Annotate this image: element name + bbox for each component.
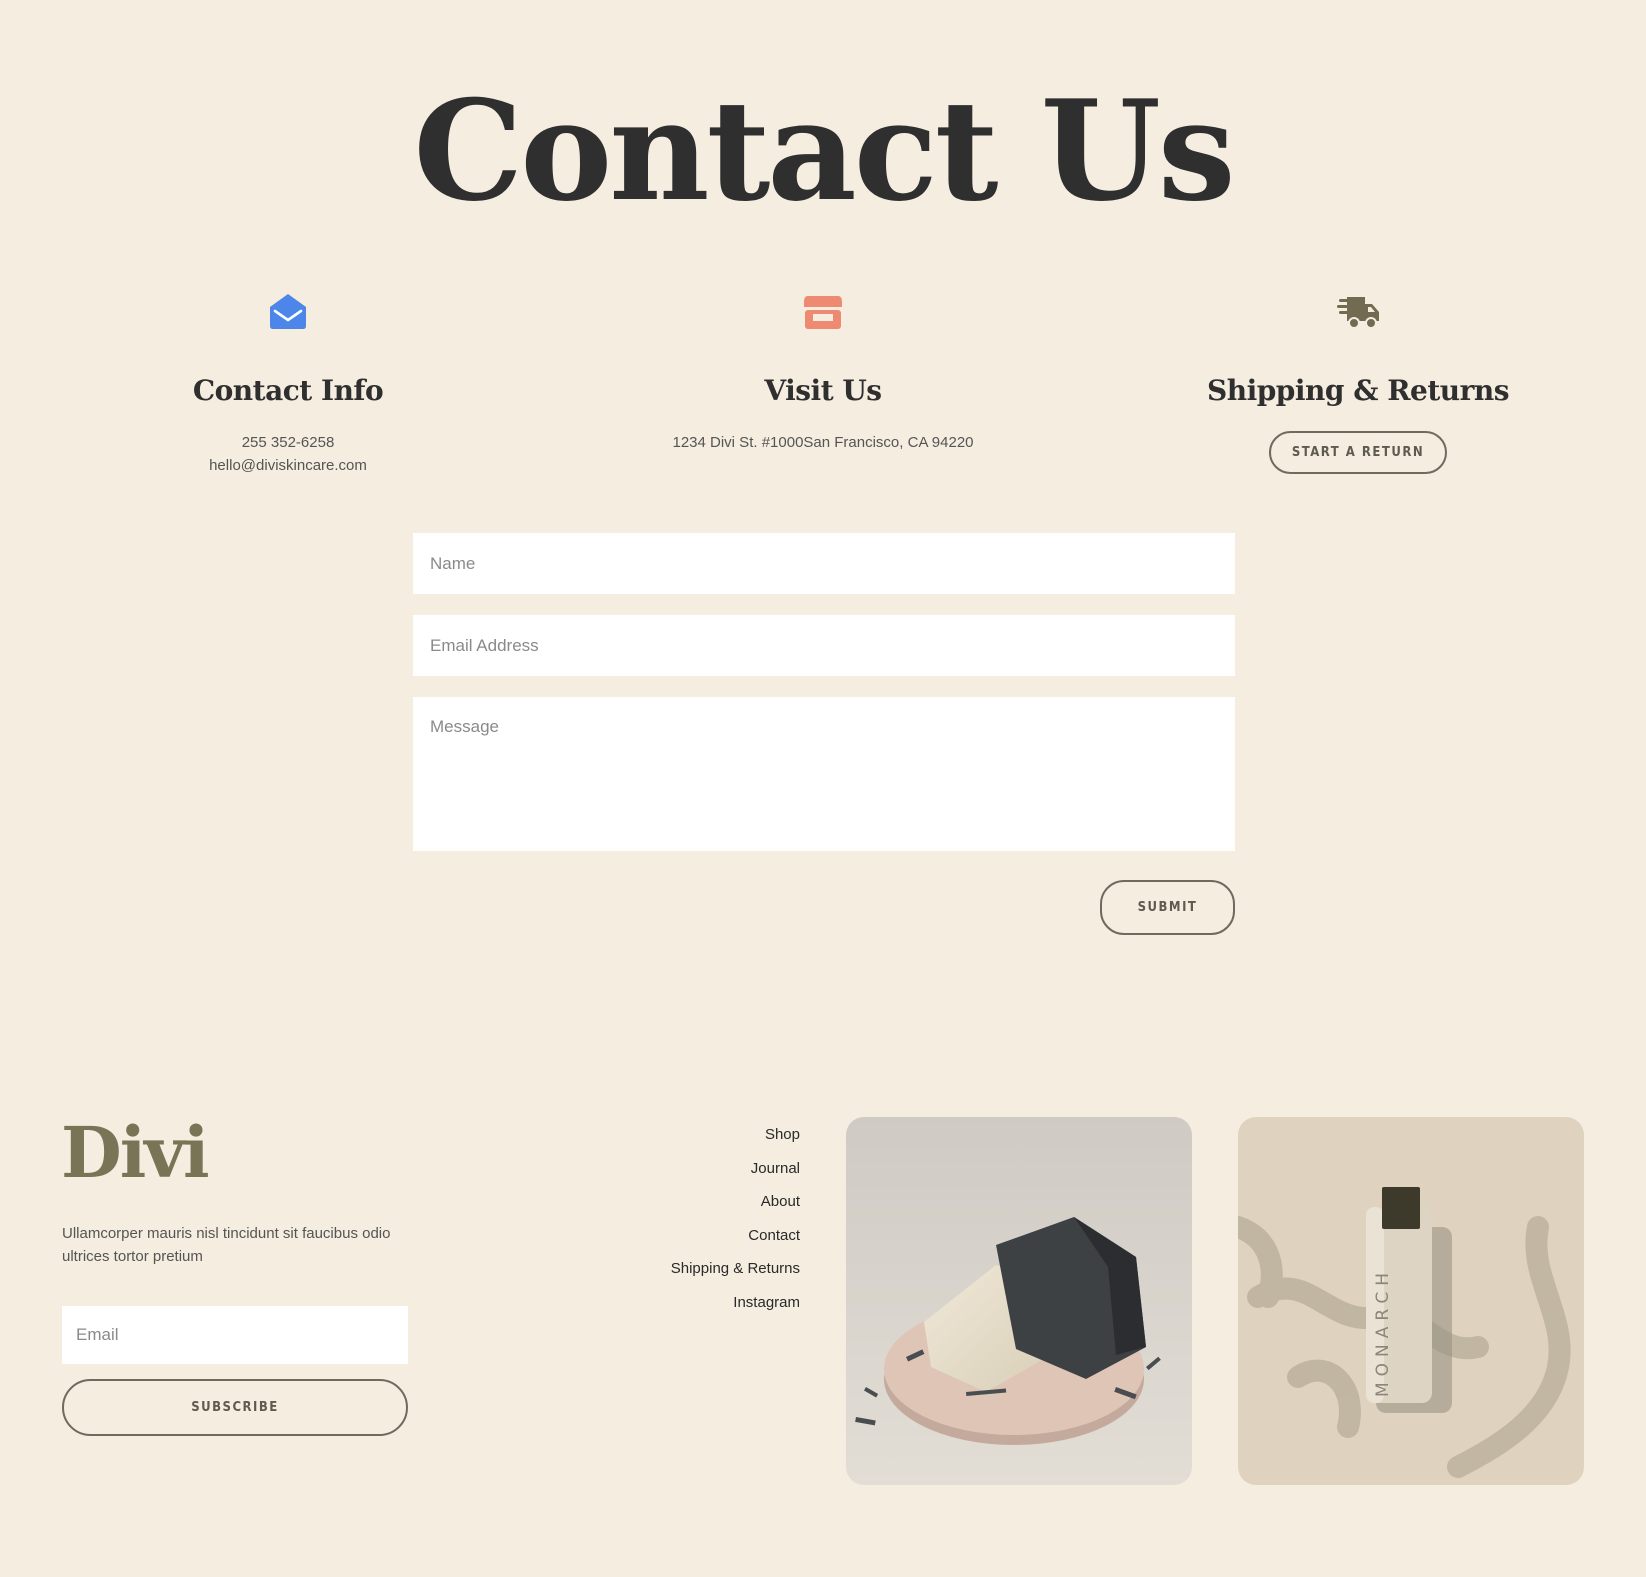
footer-link-shop[interactable]: Shop bbox=[671, 1118, 800, 1152]
footer-logo[interactable]: Divi bbox=[61, 1118, 210, 1188]
footer-link-journal[interactable]: Journal bbox=[671, 1152, 800, 1186]
message-textarea[interactable] bbox=[413, 697, 1235, 851]
visit-us-section: Visit Us 1234 Divi St. #1000San Francisc… bbox=[583, 290, 1063, 454]
soap-bars-photo[interactable] bbox=[846, 1117, 1192, 1485]
shipping-heading: Shipping & Returns bbox=[1207, 374, 1509, 407]
name-input[interactable] bbox=[413, 533, 1235, 594]
footer-link-instagram[interactable]: Instagram bbox=[671, 1286, 800, 1320]
email-input[interactable] bbox=[413, 615, 1235, 676]
bottle-label: MONARCH bbox=[1373, 1267, 1393, 1397]
shipping-section: Shipping & Returns START A RETURN bbox=[1118, 290, 1598, 474]
contact-form bbox=[413, 533, 1235, 851]
newsletter-email-input[interactable] bbox=[62, 1306, 408, 1364]
start-return-button[interactable]: START A RETURN bbox=[1268, 431, 1448, 474]
envelope-open-icon bbox=[270, 294, 306, 329]
page-title: Contact Us bbox=[413, 69, 1235, 232]
footer-link-contact[interactable]: Contact bbox=[671, 1219, 800, 1253]
submit-button[interactable]: SUBMIT bbox=[1100, 880, 1235, 935]
store-address: 1234 Divi St. #1000San Francisco, CA 942… bbox=[672, 434, 974, 451]
contact-info-heading: Contact Info bbox=[192, 374, 384, 407]
shipping-truck-icon bbox=[1337, 297, 1379, 329]
footer-nav: Shop Journal About Contact Shipping & Re… bbox=[671, 1118, 800, 1319]
phone-number: 255 352-6258 bbox=[241, 434, 335, 451]
footer-description: Ullamcorper mauris nisl tincidunt sit fa… bbox=[62, 1225, 391, 1265]
monarch-bottle-photo[interactable]: MONARCH bbox=[1238, 1117, 1584, 1485]
subscribe-button[interactable]: SUBSCRIBE bbox=[62, 1379, 408, 1436]
storefront-icon bbox=[804, 296, 842, 329]
footer-link-shipping-returns[interactable]: Shipping & Returns bbox=[671, 1252, 800, 1286]
footer-link-about[interactable]: About bbox=[671, 1185, 800, 1219]
contact-info-section: Contact Info 255 352-6258 hello@diviskin… bbox=[48, 290, 528, 477]
visit-us-heading: Visit Us bbox=[764, 374, 882, 407]
email-link[interactable]: hello@diviskincare.com bbox=[48, 454, 528, 477]
